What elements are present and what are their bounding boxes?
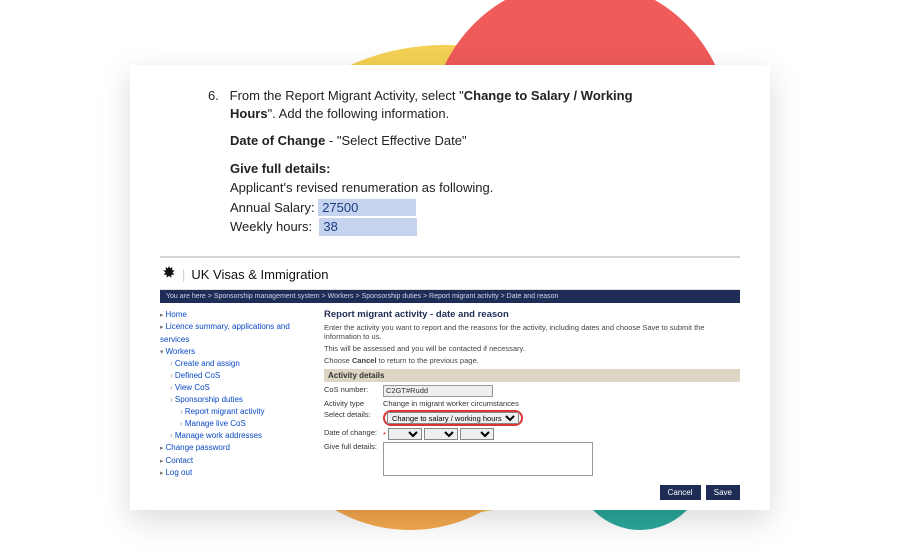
select-details-label: Select details: [324,409,383,427]
date-month-select[interactable] [424,428,458,440]
select-details-dropdown[interactable]: Change to salary / working hours [387,412,519,424]
date-day-select[interactable] [388,428,422,440]
sidebar-item[interactable]: Contact [160,455,310,468]
sidebar-item[interactable]: Change password [160,442,310,455]
sidebar-item[interactable]: Licence summary, applications and servic… [160,321,310,346]
step-number: 6. [208,87,226,105]
crown-icon [162,264,176,285]
cos-number-label: CoS number: [324,384,383,398]
sidebar-item[interactable]: Log out [160,467,310,480]
save-button[interactable]: Save [706,485,740,500]
weekly-hours-label: Weekly hours: [230,219,312,234]
breadcrumb: You are here > Sponsorship management sy… [160,290,740,303]
sidebar-item[interactable]: View CoS [170,382,310,394]
activity-form: CoS number: C2GT#Rudd Activity type Chan… [324,384,599,479]
sidebar-item[interactable]: Report migrant activity [180,406,310,418]
sidebar-nav: HomeLicence summary, applications and se… [160,309,310,500]
annual-salary-label: Annual Salary: [230,200,315,215]
sidebar-item[interactable]: Defined CoS [170,370,310,382]
sidebar-item[interactable]: Create and assign [170,358,310,370]
date-of-change-label: Date of change: [324,427,383,441]
activity-type-value: Change in migrant worker circumstances [383,398,599,409]
details-textarea[interactable] [383,442,593,476]
sidebar-item[interactable]: Sponsorship duties [170,394,310,406]
document-card: 6. From the Report Migrant Activity, sel… [130,65,770,510]
select-details-highlight: Change to salary / working hours [383,410,523,426]
cos-number-value: C2GT#Rudd [383,385,493,397]
weekly-hours-value: 38 [319,218,417,236]
activity-type-label: Activity type [324,398,383,409]
gov-screenshot: | UK Visas & Immigration You are here > … [160,256,740,500]
main-panel: Report migrant activity - date and reaso… [324,309,740,500]
sidebar-item[interactable]: Workers [160,346,310,359]
date-year-select[interactable] [460,428,494,440]
gov-header: | UK Visas & Immigration [160,258,740,290]
give-full-details-label: Give full details: [324,441,383,479]
page-title: Report migrant activity - date and reaso… [324,309,740,320]
section-header: Activity details [324,369,740,382]
sidebar-item[interactable]: Manage live CoS [180,418,310,430]
gov-brand: UK Visas & Immigration [191,267,328,282]
cancel-button[interactable]: Cancel [660,485,701,500]
annual-salary-value: 27500 [318,199,416,217]
sidebar-item[interactable]: Manage work addresses [170,430,310,442]
required-star: * [383,430,386,439]
sidebar-item[interactable]: Home [160,309,310,322]
instruction-block: 6. From the Report Migrant Activity, sel… [230,87,660,236]
